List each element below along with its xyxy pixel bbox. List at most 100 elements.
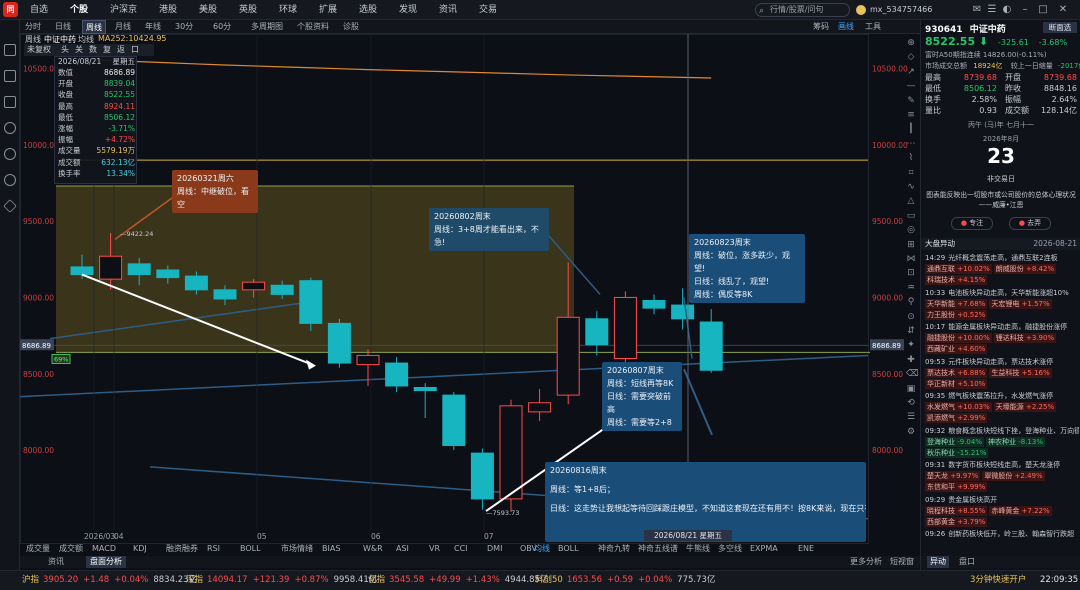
mini-tool-button[interactable]: 数 — [89, 44, 97, 56]
news-item[interactable]: 14:29 光纤概念震荡走高，通鼎互联2连板 通鼎互联 +10.02% 朗威股份 +8… — [925, 253, 1079, 286]
stock-tag[interactable]: 西部黄金 +3.79% — [925, 516, 988, 527]
candle-body[interactable] — [556, 316, 580, 396]
stock-tag[interactable]: 晓程科技 +8.55% — [925, 505, 988, 516]
pen-icon[interactable]: ✎ — [906, 96, 916, 106]
index-ticker[interactable]: 深指 14094.17 +121.39 +0.87% 9958.41亿 — [186, 571, 377, 589]
candle-body[interactable] — [242, 281, 266, 291]
overlay-tab[interactable]: 牛熊线 — [686, 543, 710, 555]
candle-body[interactable] — [499, 405, 523, 500]
index-ticker[interactable]: 创指 3545.58 +49.99 +1.43% 4944.85亿 — [368, 571, 548, 589]
menu-item[interactable]: 沪深京 — [110, 0, 137, 20]
candle-body[interactable] — [585, 318, 609, 346]
user-account[interactable]: mx_534757466 — [856, 3, 932, 17]
candle-body[interactable] — [156, 269, 180, 279]
tab-period[interactable]: 30分 — [172, 20, 196, 34]
skin-icon[interactable]: ◐ — [1000, 2, 1014, 18]
parallel-icon[interactable]: ≡ — [906, 110, 916, 120]
menu-item[interactable]: 环球 — [279, 0, 297, 20]
candle-body[interactable] — [470, 452, 494, 500]
stock-tag[interactable]: 秋乐种业 -15.21% — [925, 447, 989, 458]
maximize-icon[interactable]: □ — [1036, 2, 1050, 18]
diamond-icon[interactable]: ◇ — [906, 52, 916, 62]
stock-tag[interactable]: 东信和平 +9.99% — [925, 482, 988, 492]
annotation-note-0823[interactable]: 20260823周末 周线：破位，涨多跌少，观望! 日线：线乱了，观望! 周线：… — [689, 234, 805, 303]
candle-body[interactable] — [442, 394, 466, 446]
annotation-note-0321[interactable]: 20260321周六 周线：中继破位，看空 — [172, 170, 258, 213]
watchlist-icon[interactable] — [4, 44, 16, 56]
frame-icon[interactable]: ⊞ — [906, 240, 916, 250]
mini-tool-button[interactable]: 关 — [75, 44, 83, 56]
stock-tag[interactable]: 神农种业 -8.13% — [986, 436, 1045, 447]
undo-icon[interactable]: ⟲ — [906, 398, 916, 408]
indicator-tab[interactable]: 成交量 — [26, 543, 50, 555]
news-item[interactable]: 10:17 能源金属板块异动走高，融捷股份涨停 融捷股份 +10.00% 锂达科技 +… — [925, 322, 1079, 355]
chart-tool-tab[interactable]: 画线 — [835, 20, 857, 34]
menu-item[interactable]: 美股 — [199, 0, 217, 20]
overlay-tab[interactable]: ENE — [798, 543, 814, 555]
stock-tag[interactable]: 水发燃气 +10.03% — [925, 402, 992, 412]
candle-body[interactable] — [413, 386, 437, 392]
news-item[interactable]: 09:32 粮食概念板块短线下挫，登海种业、万向德农 登海种业 -9.04% 神农种业… — [925, 426, 1079, 459]
indicator-tab[interactable]: BOLL — [240, 543, 261, 555]
indicator-tab[interactable]: CCI — [454, 543, 468, 555]
overlay-tab[interactable]: 神奇五线谱 — [638, 543, 678, 555]
wave-icon[interactable]: ⌇ — [906, 153, 916, 163]
stock-tag[interactable]: 通鼎互联 +10.02% — [925, 264, 992, 274]
indicator-tab[interactable]: BIAS — [322, 543, 340, 555]
tab-period[interactable]: 60分 — [210, 20, 234, 34]
tab-anomaly[interactable]: 异动 — [927, 556, 949, 568]
chart-tool-tab[interactable]: 筹码 — [810, 20, 832, 34]
mini-tool-button[interactable]: 返 — [117, 44, 125, 56]
stock-tag[interactable]: 华正新材 +5.10% — [925, 378, 988, 389]
menu-item[interactable]: 资讯 — [439, 0, 457, 20]
news-item[interactable]: 09:29 贵金属板块高开 晓程科技 +8.55% 赤峰黄金 +7.22% 西部黄金 +… — [925, 495, 1079, 528]
annotation-note-0807[interactable]: 20260807周末 周线：短线再等8K 日线：需要突破前高 周线：需要等2+8 — [602, 362, 682, 431]
candle-body[interactable] — [613, 296, 637, 359]
tab-orderbook[interactable]: 盘口 — [959, 556, 975, 568]
rect-icon[interactable]: ▭ — [906, 211, 916, 221]
vline-icon[interactable]: ┃ — [906, 124, 916, 134]
stock-tag[interactable]: 天宏锂电 +1.57% — [989, 298, 1052, 309]
candle-body[interactable] — [299, 280, 323, 324]
candle-body[interactable] — [327, 322, 351, 364]
circle-icon[interactable]: ◎ — [906, 225, 916, 235]
stock-tag[interactable]: 翠微股份 +2.49% — [982, 471, 1045, 481]
stock-tag[interactable]: 天壕能源 +2.25% — [993, 402, 1057, 412]
menu-item[interactable]: 选股 — [359, 0, 377, 20]
menu-item[interactable]: 发现 — [399, 0, 417, 20]
layer-icon[interactable]: ▣ — [906, 384, 916, 394]
mini-tool-button[interactable]: 复 — [103, 44, 111, 56]
ray-icon[interactable]: ↗ — [906, 67, 916, 77]
indicator-tab[interactable]: MACD — [92, 543, 116, 555]
menu-item[interactable]: 自选 — [30, 0, 48, 20]
stock-tag[interactable]: 科瑞技术 +4.15% — [925, 275, 988, 285]
crosshair-icon[interactable]: ⊕ — [906, 38, 916, 48]
dots-icon[interactable]: ⋯ — [906, 139, 916, 149]
erase-icon[interactable]: ⌫ — [906, 369, 919, 379]
bottom-tab[interactable]: 盘面分析 — [86, 556, 126, 568]
indicator-tab[interactable]: KDJ — [133, 543, 147, 555]
stock-tag[interactable]: 楚天龙 +9.97% — [925, 471, 981, 481]
tab-period[interactable]: 个股资料 — [294, 20, 332, 34]
news-item[interactable]: 09:26 创新药板块低开，岭三股、翰森智行跌超 — [925, 529, 1079, 540]
open-account-link[interactable]: 3分钟快速开户 — [970, 571, 1026, 589]
mini-tool-button[interactable]: 未复权 — [27, 44, 51, 56]
candle-body[interactable] — [385, 362, 409, 387]
sine-icon[interactable]: ∿ — [906, 182, 916, 192]
mini-tool-button[interactable]: 头 — [61, 44, 69, 56]
tab-period[interactable]: 日线 — [52, 20, 74, 34]
grid-icon[interactable]: ⌗ — [906, 168, 916, 178]
diamond-icon[interactable] — [3, 199, 17, 213]
news-icon[interactable] — [4, 96, 16, 108]
stock-tag[interactable]: 天华新能 +7.68% — [925, 298, 988, 309]
minimize-icon[interactable]: – — [1018, 2, 1032, 18]
news-item[interactable]: 09:35 燃气板块震荡拉升，水发燃气涨停 水发燃气 +10.03% 天壕能源 +2.… — [925, 391, 1079, 424]
chart-tool-tab[interactable]: 工具 — [862, 20, 884, 34]
compass-icon[interactable] — [4, 174, 16, 186]
close-icon[interactable]: ✕ — [1056, 2, 1070, 18]
indicator-tab[interactable]: 成交额 — [59, 543, 83, 555]
bottom-right-button[interactable]: 短视窗 — [890, 556, 914, 568]
target-icon[interactable]: ⊙ — [906, 312, 916, 322]
index-ticker[interactable]: 科创50 1653.56 +0.59 +0.04% 775.73亿 — [535, 571, 715, 589]
candle-body[interactable] — [356, 354, 380, 366]
